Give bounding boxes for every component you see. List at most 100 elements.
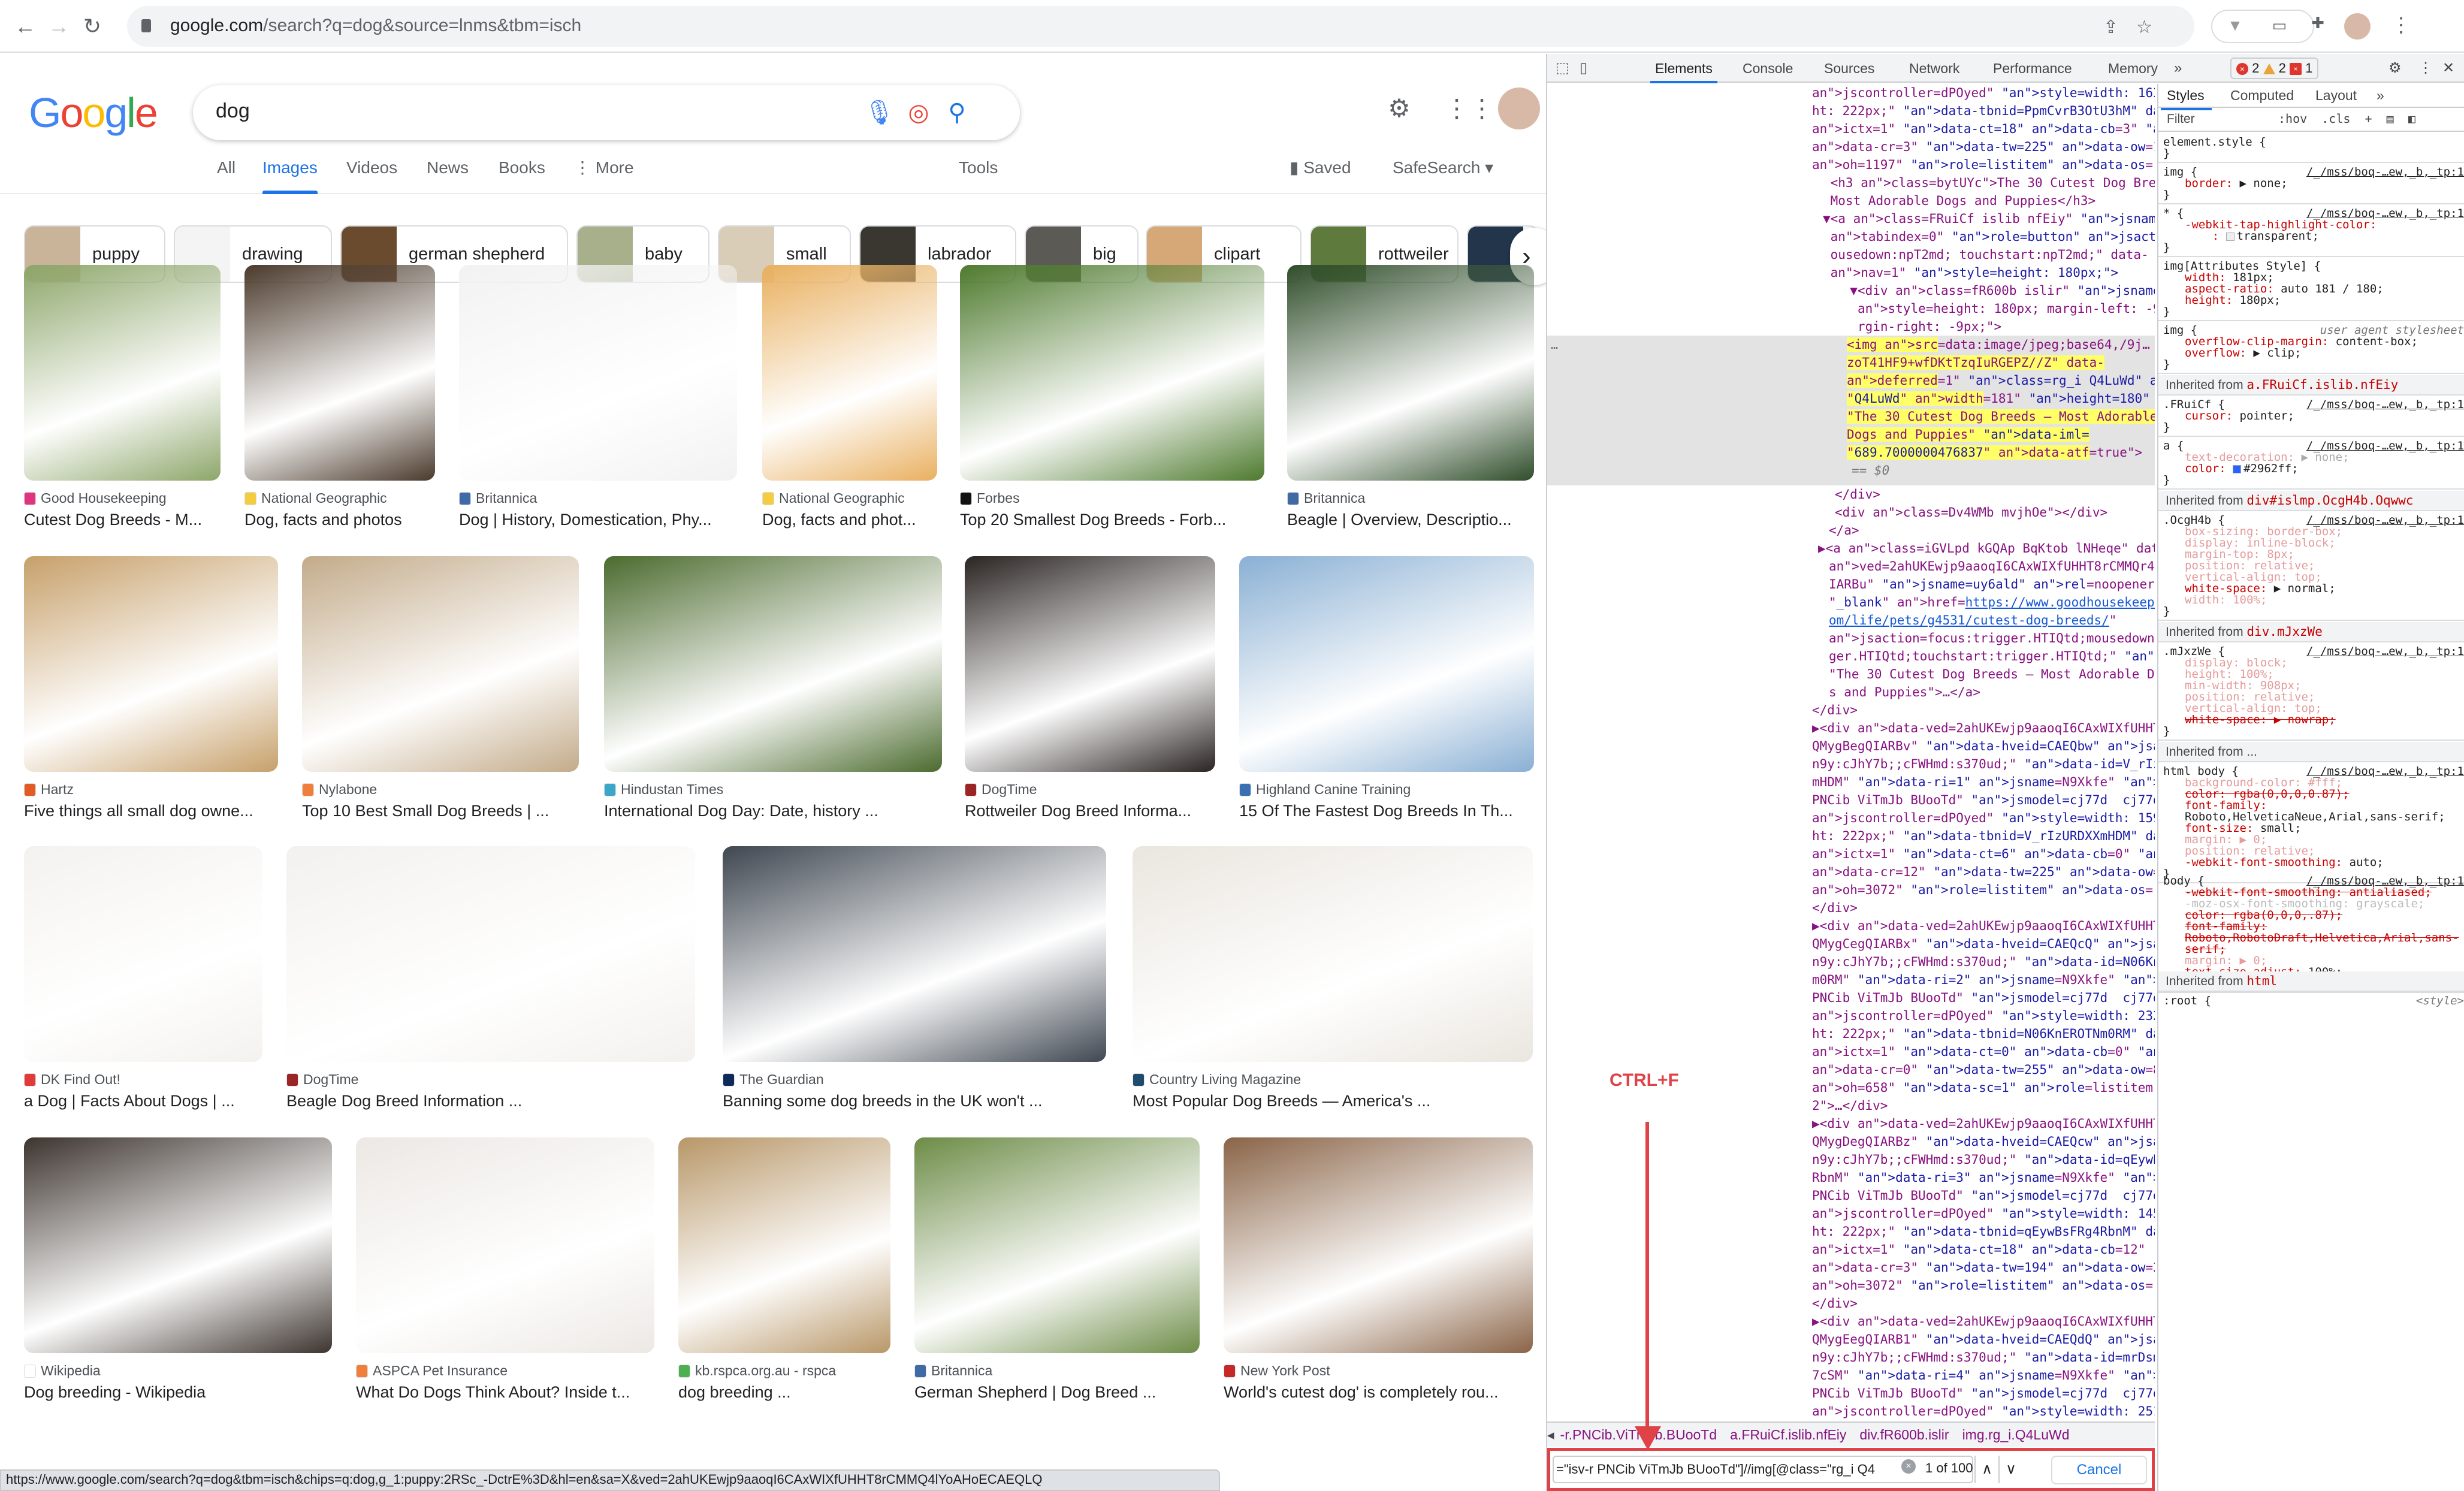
result-title[interactable]: World's cutest dog' is completely rou... [1224,1383,1533,1402]
result-title[interactable]: Dog | History, Domestication, Phy... [459,511,737,529]
style-rule[interactable]: .OcgH4b {/_/mss/boq-…ew,_b,_tp:1 box-sizi… [2158,512,2464,621]
dom-node-line[interactable]: QMygEegQIARB1" "an">data-hveid=CAEQdQ" a… [1812,1330,2155,1348]
image-result-card[interactable]: National Geographic Dog, facts and phot..… [762,265,937,547]
dom-node-line[interactable]: PNCib ViTmJb BUooTd" "an">jsmodel=cj77d … [1812,1187,2155,1205]
dom-node-line[interactable]: <div an">class=Dv4WMb mvjhOe"></div> [1835,503,2107,521]
find-previous-button[interactable]: ∧ [1974,1456,1998,1483]
style-rule[interactable]: * {/_/mss/boq-…ew,_b,_tp:1 -webkit-tap-hi… [2158,206,2464,257]
dom-node-line[interactable]: an">style=height: 180px; margin-left: -9… [1835,300,2155,318]
result-title[interactable]: a Dog | Facts About Dogs | ... [24,1092,262,1110]
result-source[interactable]: Nylabone [302,781,377,798]
dom-node-line[interactable]: n9y:cJhY7b;;cFWHmd:s370ud;" "an">data-id… [1812,1151,2155,1169]
dom-node-line[interactable]: ▼<div an">class=fR600b islir" "an">jsnam… [1835,282,2155,300]
tools-button[interactable]: Tools [959,156,998,194]
url-text[interactable]: google.com/search?q=dog&source=lnms&tbm=… [170,16,581,36]
dom-node-line[interactable]: an">ictx=1" "an">data-ct=0" an">data-cb=… [1812,1043,2155,1061]
result-source[interactable]: National Geographic [244,490,387,506]
dom-node-line[interactable]: </div> [1812,1294,1858,1312]
dom-node-line[interactable]: an">jsaction=focus:trigger.HTIQtd;moused… [1829,629,2155,647]
share-icon[interactable]: ⇪ [2103,17,2136,37]
dom-node-line[interactable]: ▶<div an">data-ved=2ahUKEwjp9aaoqI6CAxWI… [1812,917,2155,935]
dom-node-line[interactable]: n9y:cJhY7b;;cFWHmd:s370ud;" "an">data-id… [1812,1348,2155,1366]
result-title[interactable]: Rottweiler Dog Breed Informa... [965,802,1215,820]
selected-node-line[interactable]: <img an">src=data:image/jpeg;base64,/9j… [1847,336,2150,354]
image-result-card[interactable]: ASPCA Pet Insurance What Do Dogs Think Ab… [356,1137,654,1419]
dom-node-line[interactable]: rgin-right: -9px;"> [1835,318,2001,336]
dom-node-line[interactable]: an">oh=3072" "an">role=listitem" an">dat… [1812,881,2155,899]
dom-node-line[interactable]: </a> [1829,521,1859,539]
dom-node-line[interactable]: ger.HTIQtd;touchstart:trigger.HTIQtd;" "… [1829,647,2155,665]
result-thumbnail[interactable] [24,846,262,1062]
image-result-card[interactable]: National Geographic Dog, facts and photos [244,265,435,547]
style-rule[interactable]: img {/_/mss/boq-…ew,_b,_tp:1 border: ▶ no… [2158,164,2464,204]
dom-node-line[interactable]: QMygBegQIARBv" "an">data-hveid=CAEQbw" a… [1812,737,2155,755]
paint-icon[interactable]: ▤ [2387,111,2394,126]
dom-node-line[interactable]: an">ictx=1" "an">data-ct=18" an">data-cb… [1812,1241,2155,1258]
settings-icon[interactable]: ⚙ [1384,93,1414,123]
issues-badges[interactable]: × 2 2 × 1 [2230,58,2319,79]
dom-node-line[interactable]: PNCib ViTmJb BUooTd" "an">jsmodel=cj77d … [1812,989,2155,1007]
result-thumbnail[interactable] [24,556,278,772]
dom-node-line[interactable]: an">tabindex=0" "an">role=button" an">js… [1823,228,2155,246]
result-thumbnail[interactable] [1287,265,1534,481]
profile-avatar[interactable] [2344,13,2371,40]
image-result-card[interactable]: The Guardian Banning some dog breeds in t… [723,846,1106,1128]
forward-icon[interactable]: → [46,13,72,40]
result-thumbnail[interactable] [286,846,695,1062]
result-source[interactable]: Britannica [459,490,537,506]
dom-node-line[interactable]: "The 30 Cutest Dog Breeds – Most Adorabl… [1829,665,2155,683]
result-source[interactable]: Hindustan Times [604,781,723,798]
dom-node-line[interactable]: </div> [1812,899,1858,917]
search-box[interactable]: dog 🎙 ◎ ⚲ [193,85,1020,140]
tab-all[interactable]: All [217,156,235,194]
result-title[interactable]: International Dog Day: Date, history ... [604,802,942,820]
style-rule[interactable]: img[Attributes Style] {width: 181px; aspe… [2158,258,2464,321]
dom-node-line[interactable]: <h3 an">class=bytUYc">The 30 Cutest Dog … [1823,174,2155,192]
saved-button[interactable]: ▮ Saved [1290,156,1351,194]
result-source[interactable]: DogTime [286,1072,358,1088]
tab-computed[interactable]: Computed [2230,87,2294,104]
dom-node-line[interactable]: s and Puppies">…</a> [1829,683,1980,701]
dom-node-line[interactable]: an">jscontroller=dPOyed" "an">style=widt… [1812,809,2155,827]
dom-node-line[interactable]: </div> [1835,485,1880,503]
screenshot-icon[interactable]: ▭ [2271,17,2288,34]
result-thumbnail[interactable] [604,556,942,772]
image-result-card[interactable]: DK Find Out! a Dog | Facts About Dogs | .… [24,846,262,1128]
result-title[interactable]: Dog breeding - Wikipedia [24,1383,332,1402]
image-result-card[interactable]: Wikipedia Dog breeding - Wikipedia [24,1137,332,1419]
menu-icon[interactable]: ⋮ [2391,13,2411,37]
dom-node-line[interactable]: QMygCegQIARBx" "an">data-hveid=CAEQcQ" a… [1812,935,2155,953]
result-thumbnail[interactable] [244,265,435,481]
result-source[interactable]: Country Living Magazine [1133,1072,1301,1088]
account-avatar[interactable] [1498,87,1540,129]
back-icon[interactable]: ← [12,13,38,40]
dom-node-line[interactable]: ▶<div an">data-ved=2ahUKEwjp9aaoqI6CAxWI… [1812,719,2155,737]
devtools-close-icon[interactable]: ✕ [2442,59,2454,78]
result-thumbnail[interactable] [1239,556,1534,772]
result-thumbnail[interactable] [914,1137,1200,1353]
dom-node-line[interactable]: RbnM" "an">data-ri=3" an">jsname=N9Xkfe"… [1812,1169,2155,1187]
result-source[interactable]: Forbes [960,490,1020,506]
search-input[interactable]: dog [216,99,250,123]
search-icon[interactable]: ⚲ [942,96,972,129]
clear-icon[interactable]: × [1901,1459,1916,1474]
result-thumbnail[interactable] [356,1137,654,1353]
dom-node-line[interactable]: IARBu" "an">jsname=uy6ald" an">rel=noope… [1829,575,2155,593]
image-result-card[interactable]: Country Living Magazine Most Popular Dog … [1133,846,1533,1128]
star-icon[interactable]: ☆ [2136,17,2170,37]
dom-node-line[interactable]: an">jscontroller=dPOyed" "an">style=widt… [1812,1007,2155,1025]
result-title[interactable]: 15 Of The Fastest Dog Breeds In Th... [1239,802,1534,820]
result-title[interactable]: Dog, facts and phot... [762,511,937,529]
image-result-card[interactable]: Highland Canine Training 15 Of The Fastes… [1239,556,1534,838]
result-source[interactable]: DK Find Out! [24,1072,120,1088]
result-thumbnail[interactable] [24,265,221,481]
tab-books[interactable]: Books [499,156,545,194]
tab-console[interactable]: Console [1743,54,1793,83]
selected-node-line[interactable]: an">deferred=1" "an">class=rg_i Q4LuWd" … [1847,372,2155,390]
result-source[interactable]: Britannica [914,1363,992,1379]
dom-node-line[interactable]: ht: 222px;" "an">data-tbnid=N06KnEROTNm0… [1812,1025,2155,1043]
result-source[interactable]: Wikipedia [24,1363,101,1379]
dom-node-line[interactable]: ▶<div an">data-ved=2ahUKEwjp9aaoqI6CAxWI… [1812,1312,2155,1330]
result-title[interactable]: What Do Dogs Think About? Inside t... [356,1383,654,1402]
tab-more[interactable]: ⋮ More [574,156,634,194]
